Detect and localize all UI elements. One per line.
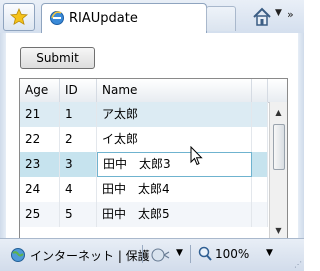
cell-age[interactable]: 22 xyxy=(20,127,60,152)
resize-grip-icon[interactable]: ⋰ xyxy=(294,260,302,269)
column-header-name[interactable]: Name xyxy=(97,79,252,102)
home-dropdown-chevron-icon[interactable]: ▼ xyxy=(275,8,282,18)
cell-age[interactable]: 23 xyxy=(20,152,60,177)
globe-icon xyxy=(11,248,25,262)
column-header-age[interactable]: Age xyxy=(20,79,60,102)
column-header-filler xyxy=(252,79,268,102)
cell-name[interactable]: イ太郎 xyxy=(97,127,252,152)
cell-filler xyxy=(252,127,268,152)
window-frame-right xyxy=(298,33,304,238)
cell-filler xyxy=(252,102,268,127)
status-bar: インターネット | 保護 ▼ 100% ▼ ⋰ xyxy=(0,238,304,271)
cell-id[interactable]: 2 xyxy=(60,127,97,152)
table-row[interactable]: 25 5 田中 太郎5 xyxy=(20,202,268,227)
protected-mode-icon[interactable] xyxy=(150,246,172,264)
table-row-selected[interactable]: 23 3 田中 太郎3 xyxy=(20,152,268,177)
favorites-button[interactable] xyxy=(3,3,35,31)
star-icon xyxy=(10,8,28,26)
status-separator xyxy=(142,245,143,263)
cell-name[interactable]: 田中 太郎5 xyxy=(97,202,252,227)
cell-age[interactable]: 25 xyxy=(20,202,60,227)
vertical-scrollbar[interactable]: ▲ ▼ xyxy=(269,102,287,239)
cell-filler xyxy=(252,202,268,227)
zoom-chevron-icon[interactable]: ▼ xyxy=(266,248,273,258)
page-content: Submit Age ID Name 21 1 ア太郎 22 2 イ太郎 23 … xyxy=(6,33,298,240)
cell-filler xyxy=(252,152,268,177)
table-row[interactable]: 22 2 イ太郎 xyxy=(20,127,268,152)
zoom-level[interactable]: 100% xyxy=(215,247,249,261)
tab-title: RIAUpdate xyxy=(69,11,138,26)
grid-header: Age ID Name xyxy=(20,79,287,103)
cell-id[interactable]: 4 xyxy=(60,177,97,202)
home-icon[interactable] xyxy=(250,5,274,29)
cell-name-focused[interactable]: 田中 太郎3 xyxy=(97,152,252,177)
scroll-thumb[interactable] xyxy=(273,124,285,170)
status-separator xyxy=(190,245,191,263)
protected-mode-chevron-icon[interactable]: ▼ xyxy=(176,248,183,258)
cell-filler xyxy=(252,177,268,202)
cell-id[interactable]: 5 xyxy=(60,202,97,227)
cell-name[interactable]: 田中 太郎4 xyxy=(97,177,252,202)
cell-id[interactable]: 3 xyxy=(60,152,97,177)
new-tab-button[interactable] xyxy=(206,6,236,31)
cell-id[interactable]: 1 xyxy=(60,102,97,127)
browser-tab[interactable]: RIAUpdate xyxy=(41,3,207,34)
mouse-pointer-icon xyxy=(190,146,203,166)
security-zone-label[interactable]: インターネット | 保護 xyxy=(30,247,150,264)
data-grid[interactable]: Age ID Name 21 1 ア太郎 22 2 イ太郎 23 3 田中 太郎… xyxy=(19,78,288,240)
scroll-up-arrow-icon[interactable]: ▲ xyxy=(270,105,287,121)
ie-page-icon xyxy=(50,11,64,25)
zoom-icon[interactable] xyxy=(198,246,212,262)
column-header-id[interactable]: ID xyxy=(60,79,97,102)
browser-tab-bar: RIAUpdate ▼ » xyxy=(0,0,304,34)
cell-age[interactable]: 24 xyxy=(20,177,60,202)
table-row[interactable]: 21 1 ア太郎 xyxy=(20,102,268,127)
scroll-down-arrow-icon[interactable]: ▼ xyxy=(270,223,287,239)
submit-button[interactable]: Submit xyxy=(20,47,95,69)
cell-name[interactable]: ア太郎 xyxy=(97,102,252,127)
cell-age[interactable]: 21 xyxy=(20,102,60,127)
more-chevron-icon[interactable]: » xyxy=(287,8,294,21)
table-row[interactable]: 24 4 田中 太郎4 xyxy=(20,177,268,202)
